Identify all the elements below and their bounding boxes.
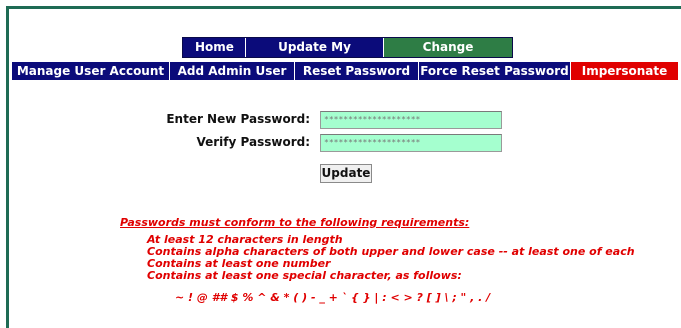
tab-change-password[interactable]: Change Password bbox=[384, 38, 512, 73]
nav-manage-user-account[interactable]: Manage User Account bbox=[12, 62, 170, 80]
requirement-item: Contains at least one special character,… bbox=[147, 269, 462, 282]
special-characters: ~ ! @ ## $ % ^ & * ( ) - _ + ` { } | : <… bbox=[175, 291, 491, 304]
new-password-input[interactable]: ******************** bbox=[320, 111, 502, 129]
top-nav: Home Update My Account Change Password bbox=[182, 37, 513, 73]
requirements-heading: Passwords must conform to the following … bbox=[120, 216, 470, 229]
update-button[interactable]: Update bbox=[320, 164, 372, 183]
verify-password-input[interactable]: ******************** bbox=[320, 134, 502, 152]
tab-update-my-account[interactable]: Update My Account bbox=[246, 38, 384, 73]
new-password-row: Enter New Password: bbox=[0, 109, 310, 129]
new-password-label: Enter New Password: bbox=[166, 112, 310, 126]
requirements-list: At least 12 characters in length Contain… bbox=[147, 234, 635, 282]
tab-home[interactable]: Home bbox=[183, 38, 246, 57]
verify-password-row: Verify Password: bbox=[0, 132, 310, 152]
verify-password-label: Verify Password: bbox=[196, 135, 310, 149]
nav-add-admin-user[interactable]: Add Admin User bbox=[170, 62, 295, 80]
admin-nav: Manage User Account Add Admin User Reset… bbox=[12, 62, 678, 80]
nav-reset-password[interactable]: Reset Password bbox=[295, 62, 419, 80]
nav-impersonate[interactable]: Impersonate bbox=[571, 62, 678, 80]
nav-force-reset-password[interactable]: Force Reset Password bbox=[419, 62, 571, 80]
